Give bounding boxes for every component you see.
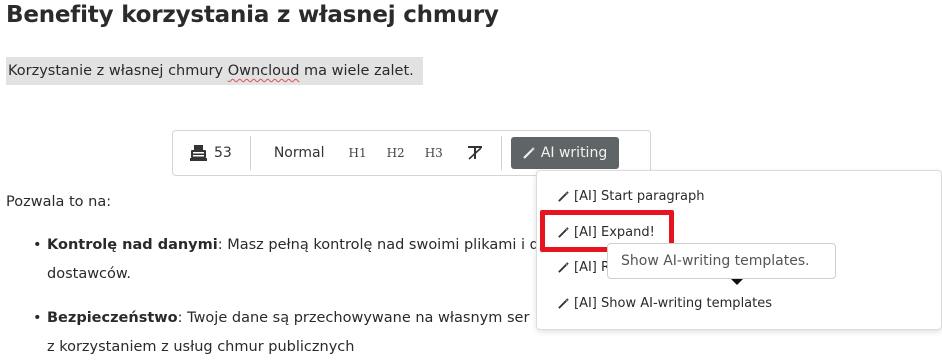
typewriter-icon: [190, 145, 207, 161]
list-item[interactable]: • Bezpieczeństwo: Twoje dane są przechow…: [33, 304, 530, 362]
ai-writing-label: AI writing: [540, 145, 608, 161]
magic-wand-icon: [522, 146, 536, 160]
list-item[interactable]: • Kontrolę nad danymi: Masz pełną kontro…: [33, 231, 539, 289]
intro-text-after: ma wiele zalet.: [299, 63, 414, 79]
bullet-dot: •: [33, 237, 42, 253]
tooltip-arrow: [731, 279, 743, 285]
magic-wand-icon: [557, 261, 570, 274]
word-count-value: 53: [214, 145, 232, 161]
menu-item-show-templates[interactable]: [AI] Show AI-writing templates: [557, 296, 772, 311]
magic-wand-icon: [557, 297, 570, 310]
intro-paragraph[interactable]: Korzystanie z własnej chmury Owncloud ma…: [6, 57, 423, 85]
toolbar-divider: [500, 136, 502, 170]
body-paragraph[interactable]: Pozwala to na:: [6, 194, 111, 210]
intro-text-before: Korzystanie z własnej chmury: [8, 63, 228, 79]
menu-item-start-paragraph[interactable]: [AI] Start paragraph: [557, 189, 704, 204]
h3-button[interactable]: H3: [415, 146, 453, 160]
tooltip: Show AI-writing templates.: [607, 243, 836, 279]
spellcheck-word[interactable]: Owncloud: [228, 63, 300, 79]
menu-item-label: [AI] Start paragraph: [574, 189, 705, 204]
word-count: 53: [190, 145, 232, 161]
magic-wand-icon: [557, 190, 570, 203]
list-item-continuation: dostawców.: [47, 266, 132, 282]
toolbar-divider: [249, 136, 251, 170]
list-item-continuation: z korzystaniem z usług chmur publicznych: [47, 339, 355, 355]
list-item-bold: Bezpieczeństwo: [47, 310, 178, 326]
ai-writing-button[interactable]: AI writing: [510, 137, 620, 169]
list-item-text: : Twoje dane są przechowywane na własnym…: [177, 310, 530, 326]
list-item-bold: Kontrolę nad danymi: [47, 237, 218, 253]
clear-formatting-icon[interactable]: [457, 145, 493, 161]
list-item-text: : Masz pełną kontrolę nad swoimi plikami…: [217, 237, 539, 253]
page-title: Benefity korzystania z własnej chmury: [6, 2, 499, 28]
bullet-dot: •: [33, 310, 42, 326]
h1-button[interactable]: H1: [338, 146, 376, 160]
menu-item-label: [AI] Show AI-writing templates: [574, 296, 773, 311]
normal-style-button[interactable]: Normal: [265, 145, 334, 161]
h2-button[interactable]: H2: [377, 146, 415, 160]
